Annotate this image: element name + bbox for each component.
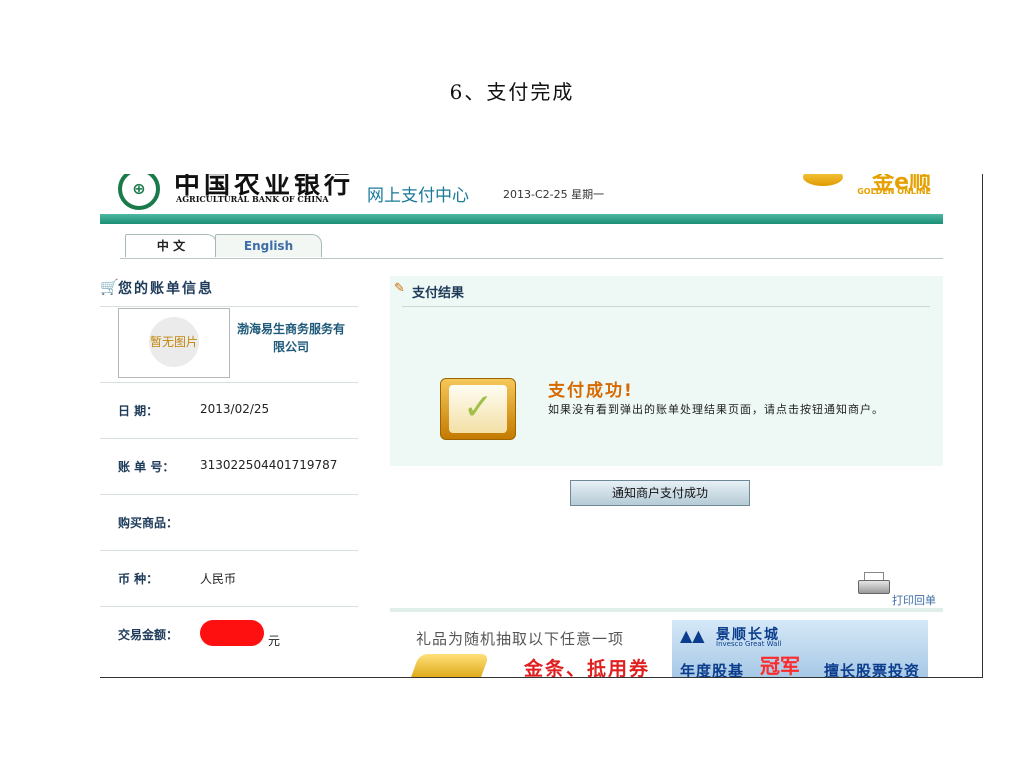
- success-check-icon: ✓: [440, 378, 516, 440]
- header-divider-bar: [100, 214, 943, 224]
- divider: [100, 306, 358, 307]
- language-tabs: 中 文 English: [120, 232, 943, 259]
- printer-body: [858, 580, 890, 594]
- bill-number-label: 账 单 号：: [118, 460, 175, 474]
- bill-section-title: 您的账单信息: [118, 281, 214, 297]
- goods-label: 购买商品：: [118, 516, 179, 530]
- result-title: 支付结果: [412, 286, 465, 301]
- gold-bar-icon: [408, 654, 490, 678]
- divider: [100, 382, 358, 383]
- tab-english[interactable]: English: [215, 234, 322, 257]
- gift-ad-highlight: 金条、抵用券: [524, 658, 651, 678]
- gift-ad-text: 礼品为随机抽取以下任意一项: [416, 630, 625, 648]
- payment-result-panel: ✎ 支付结果 ✓ 支付成功! 如果没有看到弹出的账单处理结果页面，请点击按钮通知…: [390, 276, 943, 616]
- screenshot-frame: ⊕ 中国农业银行 AGRICULTURAL BANK OF CHINA 网上支付…: [100, 174, 983, 678]
- frame-bottom-border: [100, 677, 983, 678]
- golden-logo-en: GOLDEN ONLINE: [857, 187, 931, 196]
- divider: [100, 494, 358, 495]
- slide-title: 6、支付完成: [449, 80, 575, 104]
- product-image-placeholder: 暂无图片: [118, 308, 230, 378]
- tab-chinese[interactable]: 中 文: [125, 234, 217, 257]
- invesco-brand-en: Invesco Great Wall: [716, 640, 782, 648]
- currency-label: 币 种：: [118, 572, 159, 586]
- check-icon-inner: ✓: [449, 385, 507, 433]
- header-date: 2013-C2-25 星期一: [503, 188, 605, 201]
- invesco-ad-right-text: 擅长股票投资: [824, 662, 921, 678]
- notify-merchant-button[interactable]: 通知商户支付成功: [570, 480, 750, 506]
- success-heading: 支付成功!: [548, 381, 634, 401]
- printer-icon[interactable]: [858, 572, 890, 594]
- divider: [100, 606, 358, 607]
- cart-icon: 🛒: [100, 278, 119, 296]
- checkmark-icon: ✓: [463, 387, 494, 428]
- merchant-name: 渤海易生商务服务有限公司: [236, 322, 345, 354]
- print-receipt-link[interactable]: 打印回单: [892, 592, 936, 608]
- date-value: 2013/02/25: [200, 402, 270, 416]
- champion-badge: 冠军: [760, 654, 800, 678]
- date-label: 日 期：: [118, 404, 159, 418]
- abc-logo-icon: ⊕: [118, 174, 160, 210]
- frame-right-border: [982, 174, 983, 678]
- golden-ring-icon: [803, 174, 843, 186]
- gift-ad-banner[interactable]: 礼品为随机抽取以下任意一项 金条、抵用券: [406, 620, 660, 678]
- ad-divider: [390, 608, 943, 612]
- amount-unit: 元: [268, 634, 281, 648]
- invesco-ad-left-text: 年度股基: [680, 662, 745, 678]
- no-image-text: 暂无图片: [149, 335, 198, 349]
- invesco-ad-banner[interactable]: ▲▲ 景顺长城 Invesco Great Wall 年度股基 冠军 擅长股票投…: [672, 620, 928, 678]
- payment-center-title: 网上支付中心: [367, 186, 469, 206]
- golden-online-logo: 金e顺 GOLDEN ONLINE: [793, 174, 943, 206]
- pencil-icon: ✎: [394, 281, 405, 296]
- mountain-logo-icon: ▲▲: [680, 626, 705, 645]
- success-description: 如果没有看到弹出的账单处理结果页面，请点击按钮通知商户。: [548, 403, 884, 416]
- result-box: ✎ 支付结果 ✓ 支付成功! 如果没有看到弹出的账单处理结果页面，请点击按钮通知…: [390, 276, 943, 466]
- currency-value: 人民币: [200, 572, 237, 586]
- redacted-amount: [200, 620, 264, 646]
- divider: [100, 438, 358, 439]
- divider: [100, 550, 358, 551]
- divider: [402, 306, 930, 307]
- amount-label: 交易金额：: [118, 628, 179, 642]
- bank-name-en: AGRICULTURAL BANK OF CHINA: [176, 194, 329, 204]
- bill-number-value: 313022504401719787: [200, 458, 338, 472]
